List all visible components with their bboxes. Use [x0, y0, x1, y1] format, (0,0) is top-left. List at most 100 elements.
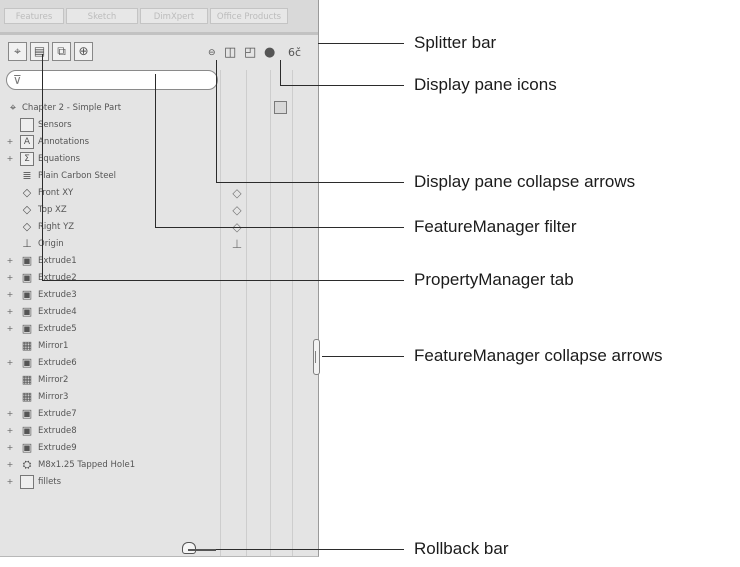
tree-item[interactable]: ▦ Mirror3 [0, 389, 318, 405]
leader-rollback-bar [216, 549, 404, 550]
dimxpertmanager-icon: ⊕ [78, 44, 89, 58]
tree-item[interactable]: + ▣ Extrude6 [0, 355, 318, 371]
callout-display-pane-collapse-arrows: Display pane collapse arrows [414, 172, 636, 191]
mirror-icon: ▦ [21, 339, 33, 352]
rollback-hand-icon [182, 542, 196, 554]
expand-icon[interactable]: + [6, 427, 14, 435]
extrude-icon: ▣ [21, 424, 33, 437]
splitter-bar[interactable] [0, 32, 318, 35]
leader-display-pane-collapse-v [216, 60, 217, 183]
tree-item-label: Chapter 2 - Simple Part [22, 103, 122, 113]
plane-visibility-icon[interactable]: ◇ [229, 202, 245, 218]
leader-display-pane-icons-v [280, 60, 281, 86]
folder-icon [20, 475, 34, 489]
tab-features[interactable]: Features [4, 8, 64, 24]
extrude-icon: ▣ [21, 271, 33, 284]
tree-item-label: Extrude7 [38, 409, 77, 419]
mirror-icon: ▦ [21, 390, 33, 403]
tree-item-label: Extrude3 [38, 290, 77, 300]
dimxpertmanager-tab[interactable]: ⊕ [74, 42, 93, 61]
extrude-icon: ▣ [21, 356, 33, 369]
folder-icon [20, 118, 34, 132]
appearance-icon[interactable]: ◰ [244, 46, 256, 60]
callout-display-pane-icons: Display pane icons [414, 75, 557, 94]
extrude-icon: ▣ [21, 407, 33, 420]
plane-visibility-icon[interactable]: ◇ [229, 185, 245, 201]
configurationmanager-tab[interactable]: ⧉ [52, 42, 71, 61]
tree-item[interactable]: + ▣ Extrude1 [0, 253, 318, 269]
tree-item-label: Extrude4 [38, 307, 77, 317]
propertymanager-tab[interactable]: ▤ [30, 42, 49, 61]
hide-show-icon[interactable]: ⊖ [208, 46, 216, 60]
tree-item[interactable]: ▦ Mirror1 [0, 338, 318, 354]
tree-item[interactable]: Sensors [0, 117, 318, 133]
expand-icon[interactable]: + [6, 138, 14, 146]
callout-propertymanager-tab: PropertyManager tab [414, 270, 574, 289]
leader-display-pane-collapse [216, 182, 404, 183]
tree-item[interactable]: + ▣ Extrude3 [0, 287, 318, 303]
extrude-icon: ▣ [21, 305, 33, 318]
tab-office-products[interactable]: Office Products [210, 8, 288, 24]
tree-item[interactable]: + ▣ Extrude7 [0, 406, 318, 422]
tree-item[interactable]: + ▣ Extrude9 [0, 440, 318, 456]
tree-item-label: Sensors [38, 120, 72, 130]
tree-item[interactable]: + ▣ Extrude5 [0, 321, 318, 337]
expand-icon[interactable]: + [6, 461, 14, 469]
tree-item-label: Equations [38, 154, 81, 164]
tree-item-label: Front XY [38, 188, 74, 198]
tree-item[interactable]: + ▣ Extrude2 [0, 270, 318, 286]
leader-propertymanager-tab-v [42, 54, 43, 281]
expand-icon[interactable]: + [6, 359, 14, 367]
display-mode-icon[interactable]: ◫ [224, 46, 236, 60]
transparency-icon[interactable]: 6č [288, 46, 301, 60]
featuremanager-panel: Features Sketch DimXpert Office Products… [0, 0, 320, 557]
leader-display-pane-icons [280, 85, 404, 86]
rollback-bar[interactable] [0, 542, 318, 554]
leader-featuremanager-filter-v [155, 74, 156, 228]
expand-icon[interactable]: + [6, 291, 14, 299]
expand-icon[interactable]: + [6, 410, 14, 418]
callout-featuremanager-collapse-arrows: FeatureManager collapse arrows [414, 346, 663, 365]
tree-item-label: Extrude1 [38, 256, 77, 266]
appearance-sphere-icon[interactable]: ● [264, 46, 275, 60]
material-icon: ≣ [22, 169, 32, 182]
expand-icon[interactable]: + [6, 257, 14, 265]
equations-icon: Σ [20, 152, 34, 166]
featuremanager-filter[interactable]: ⊽ [6, 70, 218, 90]
propertymanager-icon: ▤ [33, 44, 46, 58]
tree-item-label: Mirror3 [38, 392, 69, 402]
tree-item[interactable]: + A Annotations [0, 134, 318, 150]
tree-item-label: Extrude6 [38, 358, 77, 368]
callout-featuremanager-filter: FeatureManager filter [414, 217, 577, 236]
origin-icon: ⊥ [22, 237, 32, 250]
callout-rollback-bar: Rollback bar [414, 539, 509, 558]
tree-item[interactable]: + ▣ Extrude4 [0, 304, 318, 320]
featuremanager-tab[interactable]: ⌖ [8, 42, 27, 61]
expand-icon[interactable]: + [6, 308, 14, 316]
tab-dimxpert[interactable]: DimXpert [140, 8, 208, 24]
expand-icon[interactable]: + [6, 444, 14, 452]
tree-item-label: Annotations [38, 137, 90, 147]
tree-item[interactable]: ◇ Front XY ◇ [0, 185, 318, 201]
expand-icon[interactable]: + [6, 325, 14, 333]
tree-item[interactable]: ⌖ Chapter 2 - Simple Part [0, 100, 318, 116]
origin-visibility-icon[interactable]: ⊥ [229, 236, 245, 252]
tree-item[interactable]: + fillets [0, 474, 318, 490]
tree-item[interactable]: + ▣ Extrude8 [0, 423, 318, 439]
tree-item[interactable]: ⊥ Origin ⊥ [0, 236, 318, 252]
tree-item-label: Extrude5 [38, 324, 77, 334]
expand-icon[interactable]: + [6, 478, 14, 486]
tab-sketch[interactable]: Sketch [66, 8, 138, 24]
tree-item[interactable]: + Σ Equations [0, 151, 318, 167]
extrude-icon: ▣ [21, 322, 33, 335]
extrude-icon: ▣ [21, 288, 33, 301]
featuremanager-collapse-arrows[interactable] [313, 339, 320, 375]
tree-item[interactable]: + ⛭ M8x1.25 Tapped Hole1 [0, 457, 318, 473]
tree-item[interactable]: ▦ Mirror2 [0, 372, 318, 388]
expand-icon[interactable]: + [6, 274, 14, 282]
tree-item[interactable]: ◇ Top XZ ◇ [0, 202, 318, 218]
expand-icon[interactable]: + [6, 155, 14, 163]
tree-item-label: Mirror2 [38, 375, 69, 385]
plane-icon: ◇ [22, 220, 32, 233]
leader-splitter-bar [318, 43, 404, 44]
